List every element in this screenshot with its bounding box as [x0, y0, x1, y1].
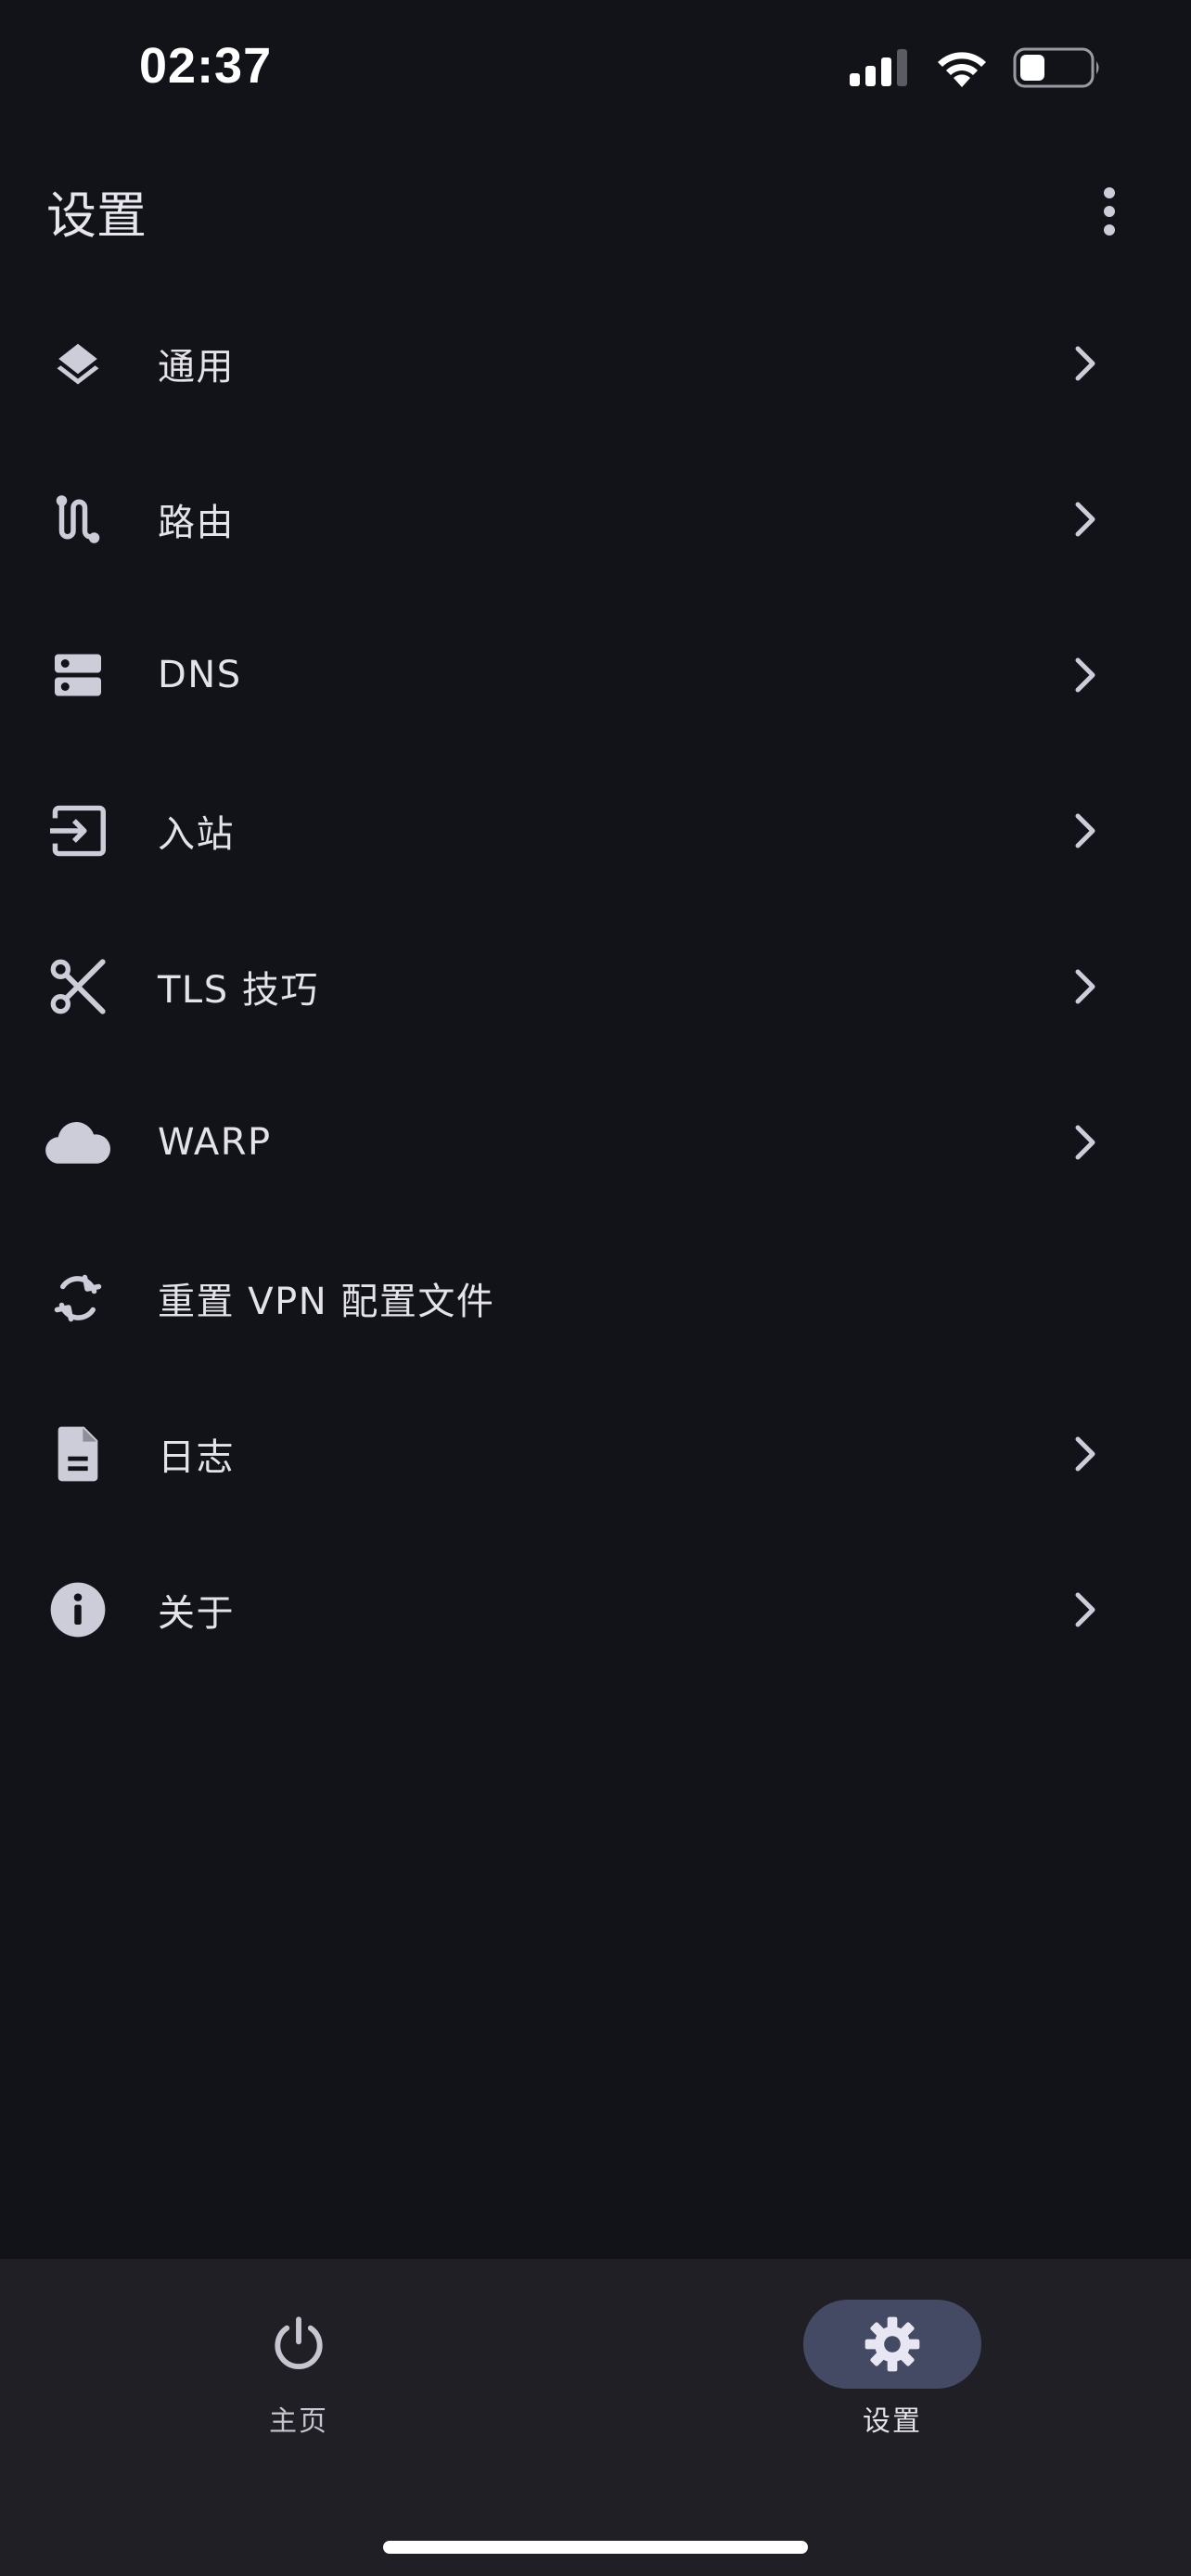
settings-item-general[interactable]: 通用 — [0, 286, 1191, 441]
route-icon — [43, 484, 113, 555]
chevron-right-icon — [1067, 809, 1104, 853]
settings-item-label: WARP — [158, 1121, 272, 1164]
settings-item-label: 日志 — [158, 1436, 235, 1479]
more-options-button[interactable] — [1083, 174, 1135, 249]
page-title: 设置 — [46, 186, 147, 245]
power-icon — [275, 2316, 323, 2369]
settings-list: 通用 路由 DNS 入站 TLS 技巧 WARP 重置 VPN 配置文件 日志 … — [0, 286, 1191, 1688]
nav-label-home: 主页 — [269, 2405, 328, 2438]
input-icon — [43, 796, 113, 866]
settings-item-label: 入站 — [158, 813, 235, 856]
status-bar: 02:37 — [0, 0, 1191, 139]
cellular-signal-icon — [850, 49, 907, 86]
cloud-icon — [43, 1107, 113, 1178]
info-icon — [43, 1575, 113, 1645]
settings-screen: 02:37 设置 通用 路由 DNS 入站 TLS 技巧 WARP 重置 VPN… — [0, 0, 1191, 2576]
settings-item-routing[interactable]: 路由 — [0, 441, 1191, 597]
settings-item-label: 关于 — [158, 1592, 235, 1635]
settings-item-inbound[interactable]: 入站 — [0, 753, 1191, 909]
settings-item-label: DNS — [158, 654, 242, 696]
sync-icon — [43, 1263, 113, 1333]
more-vert-icon — [1104, 187, 1115, 236]
dns-icon — [43, 640, 113, 710]
nav-item-settings[interactable]: 设置 — [781, 2300, 1004, 2439]
settings-item-label: 路由 — [158, 502, 235, 544]
scissors-icon — [43, 951, 113, 1022]
settings-item-warp[interactable]: WARP — [0, 1065, 1191, 1220]
settings-item-dns[interactable]: DNS — [0, 597, 1191, 753]
chevron-right-icon — [1067, 653, 1104, 697]
nav-item-home[interactable]: 主页 — [187, 2300, 410, 2439]
layers-icon — [43, 328, 113, 399]
settings-item-label: 通用 — [158, 346, 235, 389]
settings-item-label: TLS 技巧 — [158, 969, 319, 1012]
wifi-icon — [938, 52, 986, 87]
status-time: 02:37 — [139, 38, 273, 94]
chevron-right-icon — [1067, 964, 1104, 1009]
home-indicator — [383, 2541, 808, 2554]
chevron-right-icon — [1067, 1588, 1104, 1632]
settings-item-reset-vpn-profile[interactable]: 重置 VPN 配置文件 — [0, 1220, 1191, 1376]
chevron-right-icon — [1067, 1432, 1104, 1476]
settings-item-label: 重置 VPN 配置文件 — [158, 1281, 495, 1323]
nav-selected-pill — [803, 2300, 981, 2389]
document-icon — [43, 1419, 113, 1489]
settings-item-about[interactable]: 关于 — [0, 1532, 1191, 1688]
chevron-right-icon — [1067, 341, 1104, 386]
nav-home-indicator — [210, 2300, 388, 2389]
bottom-navigation: 主页 设置 — [0, 2259, 1191, 2576]
settings-gear-icon — [864, 2316, 920, 2372]
app-bar: 设置 — [0, 158, 1191, 260]
settings-item-logs[interactable]: 日志 — [0, 1376, 1191, 1532]
settings-item-tls-tricks[interactable]: TLS 技巧 — [0, 909, 1191, 1065]
chevron-right-icon — [1067, 497, 1104, 542]
chevron-right-icon — [1067, 1120, 1104, 1165]
battery-icon — [1013, 47, 1099, 88]
status-icons — [848, 46, 1102, 89]
nav-label-settings: 设置 — [863, 2405, 922, 2438]
